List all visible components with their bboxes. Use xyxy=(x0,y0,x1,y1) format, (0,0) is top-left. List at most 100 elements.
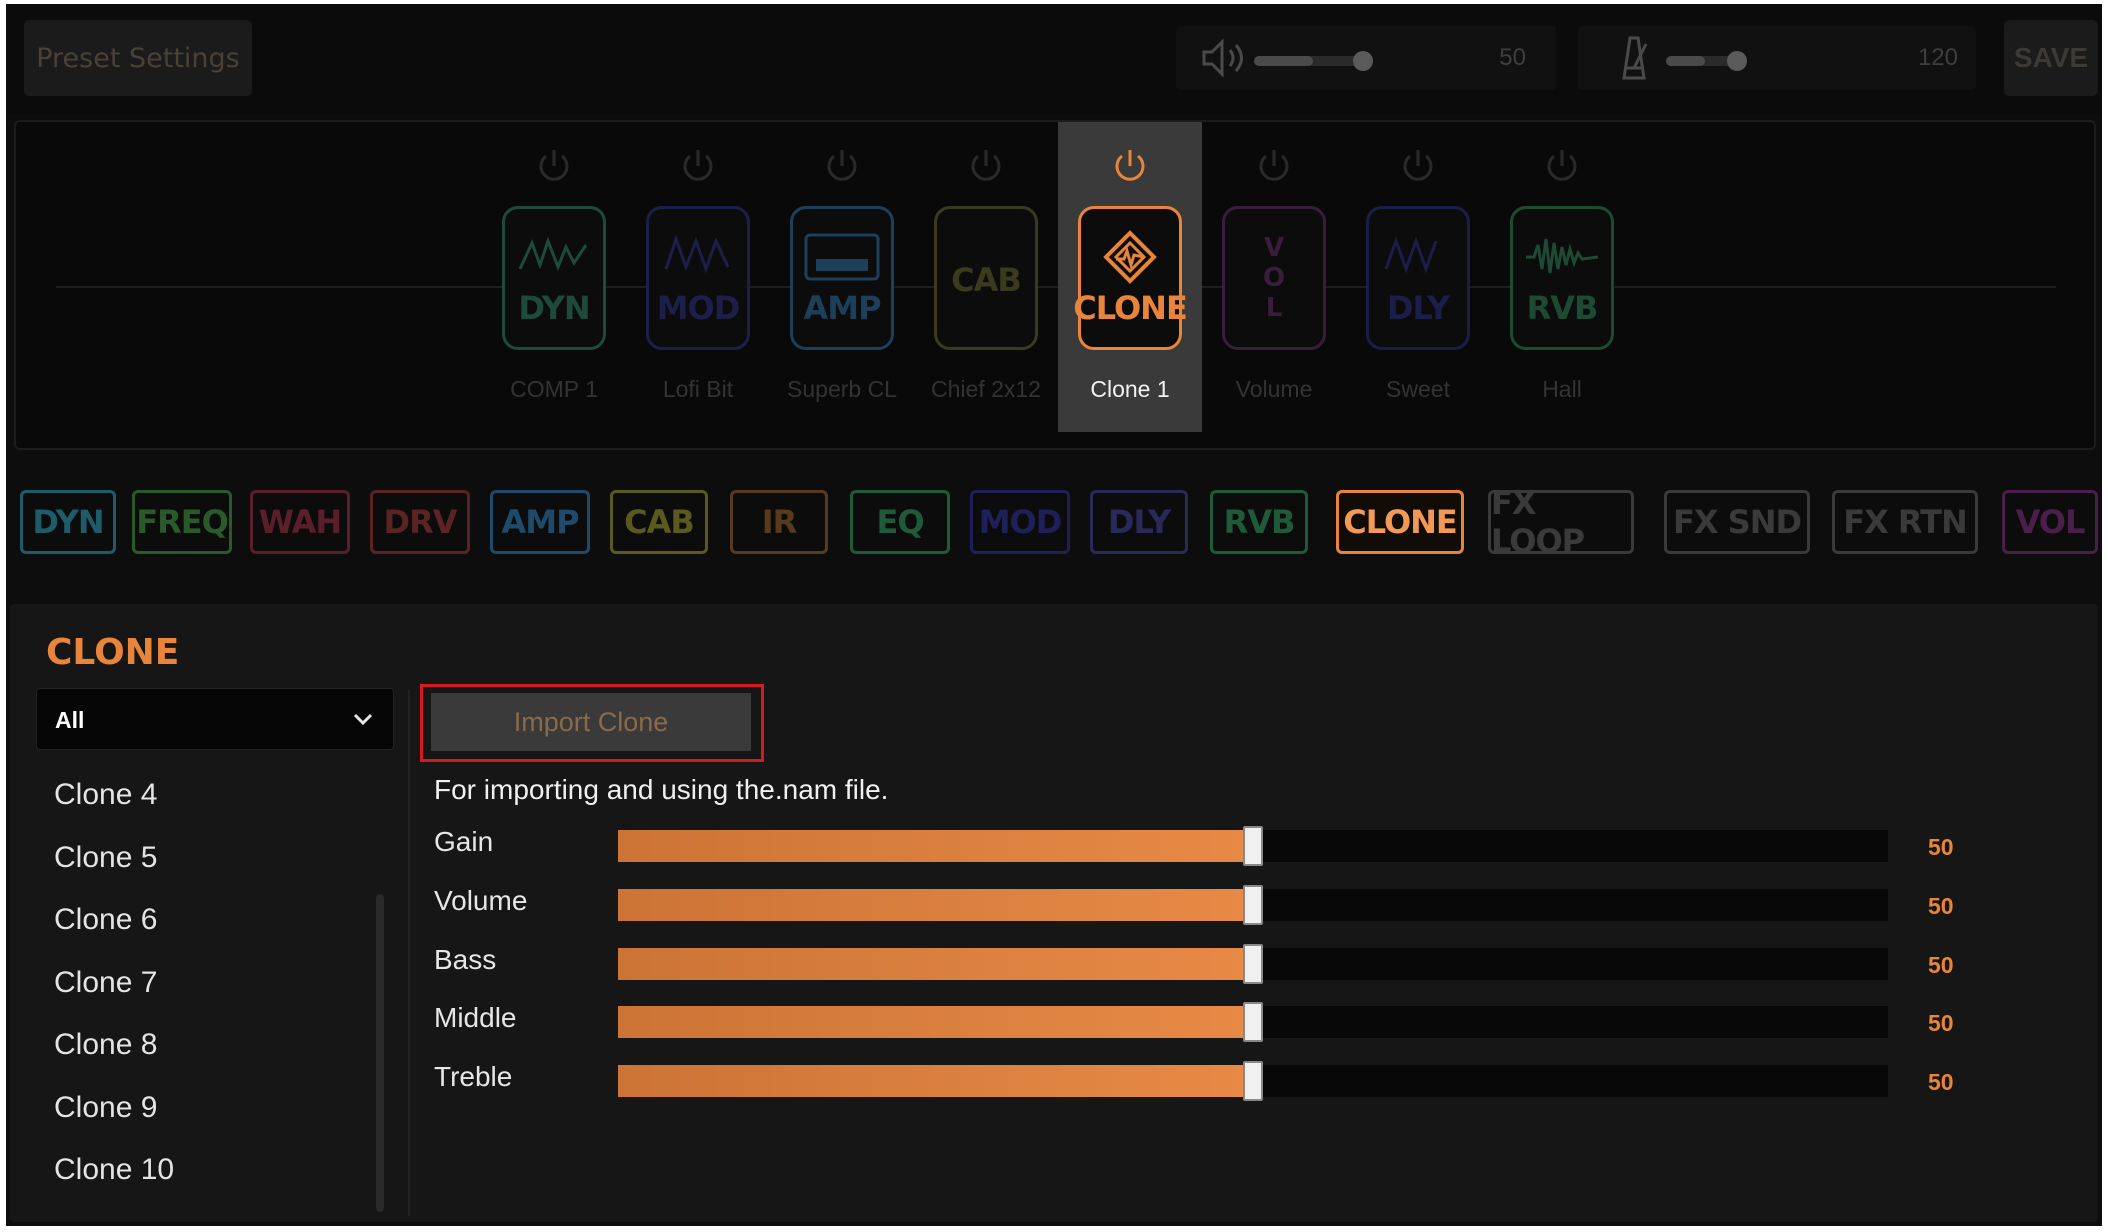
metronome-icon[interactable] xyxy=(1608,34,1660,82)
modulation-wave-icon xyxy=(664,234,730,274)
power-icon[interactable] xyxy=(1108,144,1152,188)
preset-settings-button[interactable]: Preset Settings xyxy=(24,20,252,96)
app-window: Preset Settings 50 120 SAVE DYN COMP 1 M… xyxy=(6,4,2102,1226)
tempo-thumb[interactable] xyxy=(1727,51,1747,71)
chain-block-name: Superb CL xyxy=(787,376,897,402)
category-fx-rtn[interactable]: FX RTN xyxy=(1832,490,1978,554)
category-fx-snd[interactable]: FX SND xyxy=(1664,490,1810,554)
chain-block-tile[interactable]: DYN xyxy=(502,206,606,350)
master-volume-control: 50 xyxy=(1176,26,1556,90)
chain-block-label: CLONE xyxy=(1073,289,1188,327)
chain-block-tile[interactable]: DLY xyxy=(1366,206,1470,350)
category-vol[interactable]: VOL xyxy=(2002,490,2098,554)
bass-slider[interactable] xyxy=(618,944,1888,984)
import-hint-text: For importing and using the.nam file. xyxy=(434,774,889,805)
list-item[interactable]: Clone 6 xyxy=(36,889,376,952)
clone-icon xyxy=(1103,230,1157,284)
tempo-fill xyxy=(1666,56,1705,66)
chain-block-clone[interactable]: CLONE Clone 1 xyxy=(1058,122,1202,432)
chain-block-tile[interactable]: MOD xyxy=(646,206,750,350)
power-icon[interactable] xyxy=(964,144,1008,188)
reverb-wave-icon xyxy=(1526,238,1599,274)
panel-divider xyxy=(408,690,410,1216)
chain-block-label: VOL xyxy=(1259,233,1289,323)
category-ir[interactable]: IR xyxy=(730,490,828,554)
delay-wave-icon xyxy=(1384,236,1438,274)
middle-slider[interactable] xyxy=(618,1002,1888,1042)
param-value: 50 xyxy=(1928,893,1954,919)
category-cab[interactable]: CAB xyxy=(610,490,708,554)
category-amp[interactable]: AMP xyxy=(490,490,590,554)
slider-thumb[interactable] xyxy=(1243,944,1263,984)
power-icon[interactable] xyxy=(1252,144,1296,188)
slider-thumb[interactable] xyxy=(1243,1061,1263,1101)
master-volume-fill xyxy=(1254,56,1313,66)
tempo-control: 120 xyxy=(1578,26,1976,90)
param-label: Bass xyxy=(434,944,497,975)
category-eq[interactable]: EQ xyxy=(850,490,950,554)
param-label: Gain xyxy=(434,826,494,857)
slider-thumb[interactable] xyxy=(1243,885,1263,925)
chain-block-name: COMP 1 xyxy=(510,376,598,402)
slider-thumb[interactable] xyxy=(1243,826,1263,866)
tempo-slider[interactable] xyxy=(1666,51,1747,71)
list-item[interactable]: Clone 5 xyxy=(36,827,376,890)
power-icon[interactable] xyxy=(1540,144,1584,188)
top-bar: Preset Settings 50 120 SAVE xyxy=(6,4,2102,114)
param-value: 50 xyxy=(1928,952,1954,978)
effect-category-bar: DYN FREQ WAH DRV AMP CAB IR EQ MOD DLY RVB CLONE FX … xyxy=(6,484,2102,560)
volume-slider[interactable] xyxy=(618,885,1888,925)
chain-block-name: Chief 2x12 xyxy=(931,376,1041,402)
clone-editor-panel: CLONE All Clone 4 Clone 5 Clone 6 Clone … xyxy=(10,604,2098,1222)
slider-fill xyxy=(618,830,1253,862)
master-volume-thumb[interactable] xyxy=(1353,51,1373,71)
chain-block-label: MOD xyxy=(656,289,741,327)
signal-chain: DYN COMP 1 MOD Lofi Bit AMP Superb CL CAB Chief… xyxy=(14,120,2096,450)
list-item[interactable]: Clone 4 xyxy=(36,764,376,827)
list-item[interactable]: Clone 10 xyxy=(36,1139,376,1202)
category-drv[interactable]: DRV xyxy=(370,490,470,554)
power-icon[interactable] xyxy=(1396,144,1440,188)
clone-filter-dropdown[interactable]: All xyxy=(36,688,394,750)
chain-block-dyn[interactable]: DYN COMP 1 xyxy=(482,122,626,432)
category-clone[interactable]: CLONE xyxy=(1336,490,1464,554)
chain-block-rvb[interactable]: RVB Hall xyxy=(1490,122,1634,432)
chain-block-tile[interactable]: AMP xyxy=(790,206,894,350)
category-wah[interactable]: WAH xyxy=(250,490,350,554)
slider-thumb[interactable] xyxy=(1243,1002,1263,1042)
category-dyn[interactable]: DYN xyxy=(20,490,116,554)
treble-slider[interactable] xyxy=(618,1061,1888,1101)
gain-slider[interactable] xyxy=(618,826,1888,866)
chain-block-tile[interactable]: CAB xyxy=(934,206,1038,350)
param-treble: Treble 50 xyxy=(434,1061,1994,1101)
chain-block-tile[interactable]: CLONE xyxy=(1073,206,1188,350)
list-item[interactable]: Clone 7 xyxy=(36,952,376,1015)
list-item[interactable]: Clone 8 xyxy=(36,1014,376,1077)
chain-block-tile[interactable]: VOL xyxy=(1222,206,1326,350)
speaker-icon[interactable] xyxy=(1198,34,1250,82)
chain-block-cab[interactable]: CAB Chief 2x12 xyxy=(914,122,1058,432)
category-fx-loop[interactable]: FX LOOP xyxy=(1488,484,1634,560)
category-mod[interactable]: MOD xyxy=(970,490,1070,554)
param-label: Middle xyxy=(434,1002,517,1033)
save-button[interactable]: SAVE xyxy=(2004,20,2098,96)
power-icon[interactable] xyxy=(676,144,720,188)
power-icon[interactable] xyxy=(820,144,864,188)
chain-block-tile[interactable]: RVB xyxy=(1510,206,1614,350)
chain-block-vol[interactable]: VOL Volume xyxy=(1202,122,1346,432)
chain-block-mod[interactable]: MOD Lofi Bit xyxy=(626,122,770,432)
clone-list-scrollbar[interactable] xyxy=(376,894,384,1212)
amp-icon xyxy=(804,233,880,281)
chain-block-dly[interactable]: DLY Sweet xyxy=(1346,122,1490,432)
chain-block-name: Lofi Bit xyxy=(662,376,734,402)
power-icon[interactable] xyxy=(532,144,576,188)
master-volume-slider[interactable] xyxy=(1254,51,1373,71)
import-clone-button[interactable]: Import Clone xyxy=(431,693,751,751)
chain-block-amp[interactable]: AMP Superb CL xyxy=(770,122,914,432)
category-freq[interactable]: FREQ xyxy=(132,490,232,554)
chain-block-name: Clone 1 xyxy=(1090,376,1170,402)
category-rvb[interactable]: RVB xyxy=(1210,490,1308,554)
list-item[interactable]: Clone 9 xyxy=(36,1077,376,1140)
category-dly[interactable]: DLY xyxy=(1090,490,1188,554)
param-label: Treble xyxy=(434,1061,513,1092)
